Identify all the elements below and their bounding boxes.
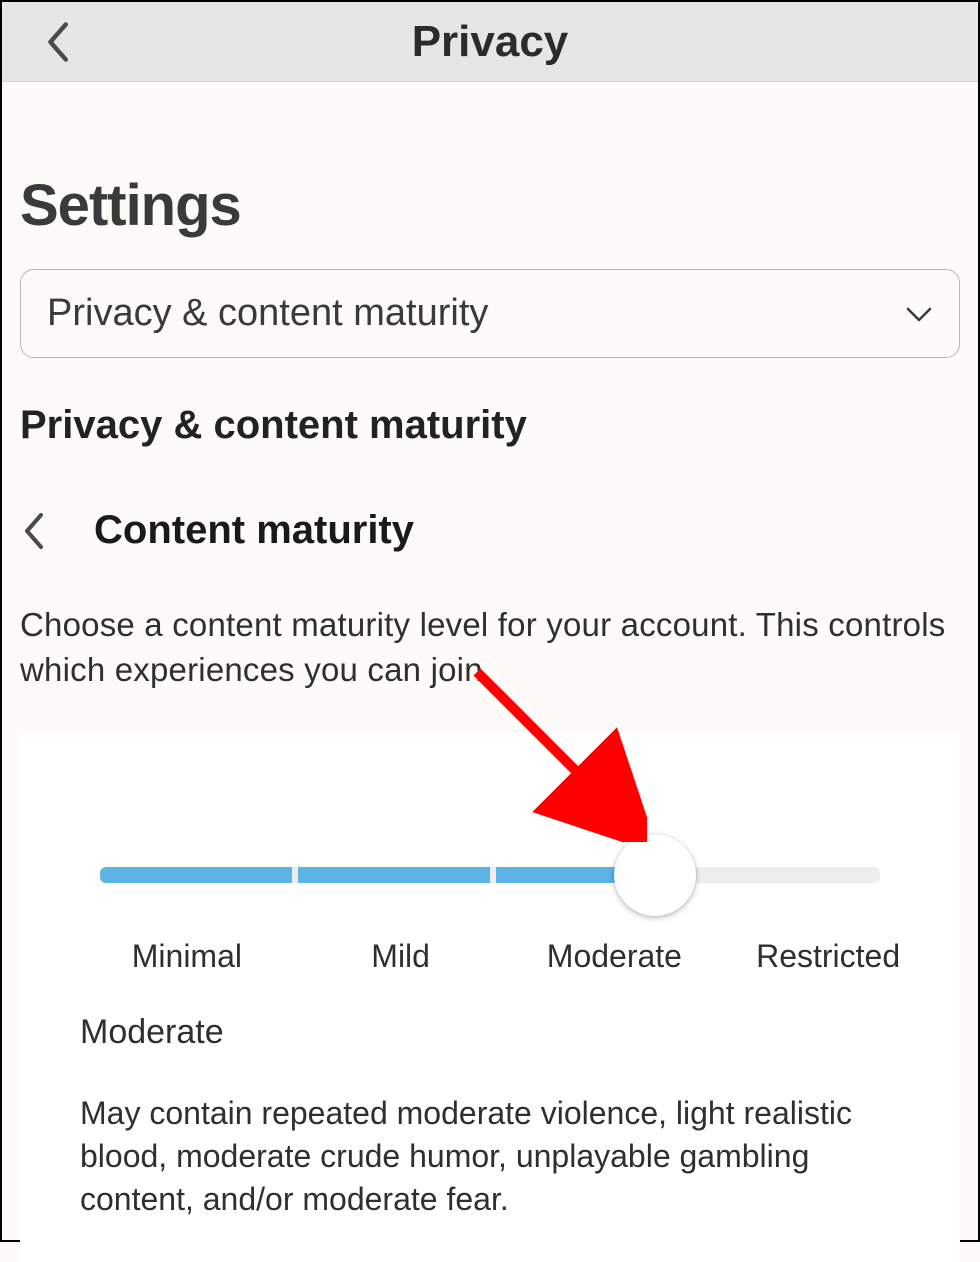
maturity-slider-card: Minimal Mild Moderate Restricted Moderat… bbox=[20, 732, 960, 1262]
slider-segment bbox=[298, 867, 490, 883]
subsection-header: Content maturity bbox=[20, 508, 960, 553]
back-button[interactable] bbox=[42, 20, 72, 64]
slider-labels: Minimal Mild Moderate Restricted bbox=[80, 938, 935, 975]
dropdown-label: Privacy & content maturity bbox=[47, 292, 488, 335]
slider-label-minimal: Minimal bbox=[80, 938, 294, 975]
slider-label-mild: Mild bbox=[294, 938, 508, 975]
subsection-description: Choose a content maturity level for your… bbox=[20, 603, 960, 692]
chevron-down-icon bbox=[905, 305, 933, 323]
slider-thumb[interactable] bbox=[614, 834, 696, 916]
slider-label-moderate: Moderate bbox=[508, 938, 722, 975]
maturity-slider[interactable] bbox=[100, 867, 880, 883]
slider-label-restricted: Restricted bbox=[721, 938, 935, 975]
slider-segment bbox=[100, 867, 292, 883]
subsection-title: Content maturity bbox=[94, 508, 414, 553]
header-bar: Privacy bbox=[2, 2, 978, 82]
page-title: Settings bbox=[20, 172, 960, 239]
settings-section-dropdown[interactable]: Privacy & content maturity bbox=[20, 269, 960, 358]
chevron-left-icon[interactable] bbox=[20, 511, 46, 551]
selected-level-description: May contain repeated moderate violence, … bbox=[80, 1092, 900, 1222]
header-title: Privacy bbox=[2, 17, 978, 67]
chevron-left-icon bbox=[42, 20, 72, 64]
selected-level-title: Moderate bbox=[80, 1013, 900, 1052]
section-heading: Privacy & content maturity bbox=[20, 403, 960, 448]
